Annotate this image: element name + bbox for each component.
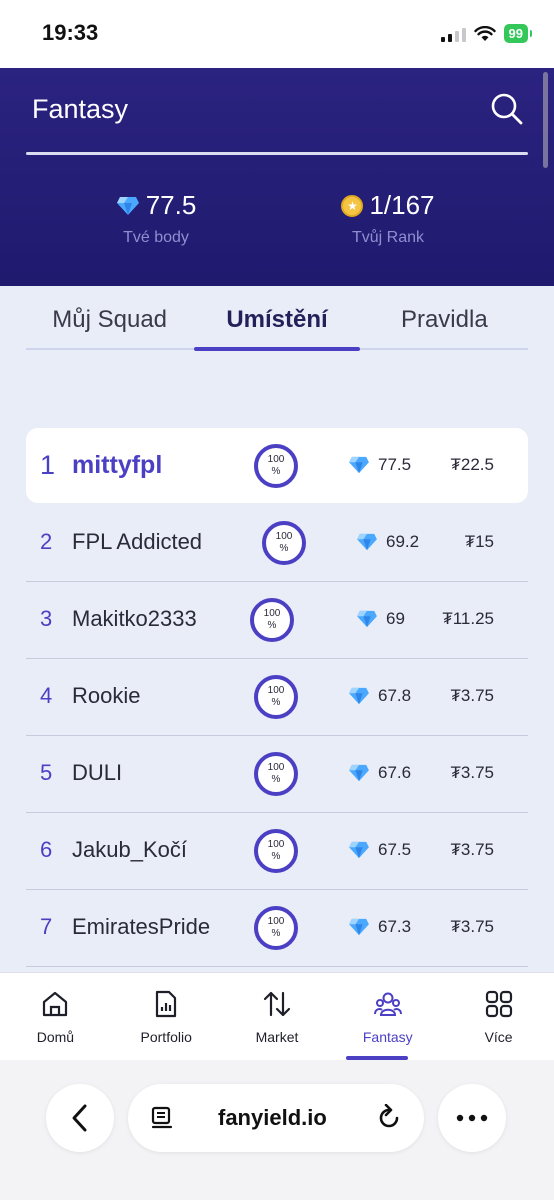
row-rank: 7: [40, 914, 53, 939]
row-username: mittyfpl: [72, 451, 163, 479]
leaderboard-row[interactable]: 1 mittyfpl 100% 77.5 ₮22.5: [26, 428, 528, 503]
percent-badge: 100%: [254, 444, 298, 488]
bottom-navigation: Domů Portfolio Market Fantasy Více: [0, 972, 554, 1060]
row-rank: 4: [40, 683, 53, 708]
row-points: 69.2: [386, 532, 420, 551]
fantasy-icon: [373, 992, 402, 1016]
nav-label: Více: [484, 1029, 513, 1045]
row-username: DULI: [72, 760, 123, 785]
portfolio-icon: [156, 990, 177, 1018]
more-dots-icon: [456, 1114, 488, 1122]
diamond-icon: [357, 533, 377, 551]
row-tokens: ₮11.25: [442, 609, 494, 628]
cellular-signal-icon: [440, 26, 466, 42]
nav-fantasy[interactable]: Fantasy: [332, 973, 443, 1060]
points-stat: 77.5 Tvé body: [56, 190, 256, 247]
home-icon: [43, 991, 68, 1017]
row-tokens: ₮22.5: [450, 455, 494, 474]
points-value: 77.5: [145, 190, 197, 220]
row-username: Rookie: [72, 683, 141, 708]
row-points: 67.8: [378, 686, 412, 705]
status-icons: 99: [440, 24, 533, 43]
row-tokens: ₮3.75: [450, 840, 494, 859]
row-tokens: ₮3.75: [450, 763, 494, 782]
leaderboard-row[interactable]: 3 Makitko2333 100% 69 ₮11.25: [26, 582, 528, 659]
rank-label: Tvůj Rank: [351, 229, 425, 246]
diamond-icon: [349, 456, 369, 474]
nav-market[interactable]: Market: [222, 973, 333, 1060]
percent-badge: 100%: [254, 752, 298, 796]
percent-badge: 100%: [254, 675, 298, 719]
row-username: Makitko2333: [72, 606, 197, 631]
row-points: 67.5: [378, 840, 412, 859]
nav-label: Domů: [36, 1029, 75, 1045]
diamond-icon: [116, 196, 139, 215]
leaderboard-row[interactable]: 6 Jakub_Kočí 100% 67.5 ₮3.75: [26, 813, 528, 890]
diamond-icon: [349, 918, 369, 936]
nav-label: Portfolio: [140, 1029, 192, 1045]
row-tokens: ₮3.75: [450, 917, 494, 936]
row-rank: 1: [40, 450, 56, 480]
search-icon[interactable]: [490, 92, 524, 126]
active-tab-indicator: [194, 347, 360, 351]
nav-portfolio[interactable]: Portfolio: [111, 973, 222, 1060]
row-points: 67.3: [378, 917, 412, 936]
fantasy-tabs: Můj Squad Umístění Pravidla: [26, 300, 528, 352]
browser-toolbar: fanyield.io: [0, 1060, 554, 1200]
wifi-icon: [473, 25, 496, 41]
nav-label: Market: [255, 1029, 299, 1045]
rank-stat: ★ 1/167 Tvůj Rank: [288, 190, 488, 247]
header-divider: [26, 152, 528, 155]
status-bar: 19:33 99: [0, 0, 554, 68]
tab-standings[interactable]: Umístění: [193, 300, 360, 352]
leaderboard-row[interactable]: 4 Rookie 100% 67.8 ₮3.75: [26, 659, 528, 736]
status-time: 19:33: [42, 20, 99, 45]
star-coin-icon: ★: [341, 194, 364, 217]
browser-more-button[interactable]: [438, 1084, 506, 1152]
nav-label: Fantasy: [362, 1029, 413, 1045]
row-username: FPL Addicted: [72, 529, 203, 554]
points-label: Tvé body: [123, 229, 189, 246]
battery-icon: 99: [503, 24, 533, 43]
tab-rules[interactable]: Pravidla: [361, 300, 528, 352]
rank-value: 1/167: [369, 190, 435, 220]
more-grid-icon: [485, 990, 512, 1018]
diamond-icon: [357, 610, 377, 628]
row-points: 77.5: [378, 455, 412, 474]
row-tokens: ₮15: [464, 532, 494, 551]
row-rank: 5: [40, 760, 53, 785]
nav-home[interactable]: Domů: [0, 973, 111, 1060]
row-username: Jakub_Kočí: [72, 837, 187, 862]
leaderboard-row[interactable]: 5 DULI 100% 67.6 ₮3.75: [26, 736, 528, 813]
chevron-left-icon: [72, 1104, 87, 1132]
row-points: 67.6: [378, 763, 412, 782]
reload-icon[interactable]: [376, 1104, 402, 1132]
browser-back-button[interactable]: [46, 1084, 114, 1152]
tab-my-squad[interactable]: Můj Squad: [26, 300, 193, 352]
browser-url: fanyield.io: [218, 1105, 327, 1130]
diamond-icon: [349, 764, 369, 782]
market-icon: [263, 991, 291, 1017]
diamond-icon: [349, 841, 369, 859]
leaderboard-row[interactable]: 2 FPL Addicted 100% 69.2 ₮15: [26, 505, 528, 582]
row-points: 69: [386, 609, 405, 628]
browser-address-bar[interactable]: fanyield.io: [128, 1084, 424, 1152]
percent-badge: 100%: [250, 598, 294, 642]
row-rank: 3: [40, 606, 53, 631]
percent-badge: 100%: [254, 829, 298, 873]
row-username: EmiratesPride: [72, 914, 211, 939]
diamond-icon: [349, 687, 369, 705]
row-tokens: ₮3.75: [450, 686, 494, 705]
row-rank: 6: [40, 837, 53, 862]
percent-badge: 100%: [254, 906, 298, 950]
row-rank: 2: [40, 529, 53, 554]
percent-badge: 100%: [262, 521, 306, 565]
reader-mode-icon[interactable]: [150, 1106, 174, 1130]
scroll-indicator: [543, 72, 548, 168]
nav-more[interactable]: Více: [443, 973, 554, 1060]
page-title: Fantasy: [32, 94, 129, 124]
leaderboard-row[interactable]: 7 EmiratesPride 100% 67.3 ₮3.75: [26, 890, 528, 967]
fantasy-header: Fantasy 77.5 Tvé body ★ 1/167 Tvůj Rank: [0, 68, 554, 286]
leaderboard: 1 mittyfpl 100% 77.5 ₮22.5 2 FPL Addicte…: [26, 428, 528, 967]
